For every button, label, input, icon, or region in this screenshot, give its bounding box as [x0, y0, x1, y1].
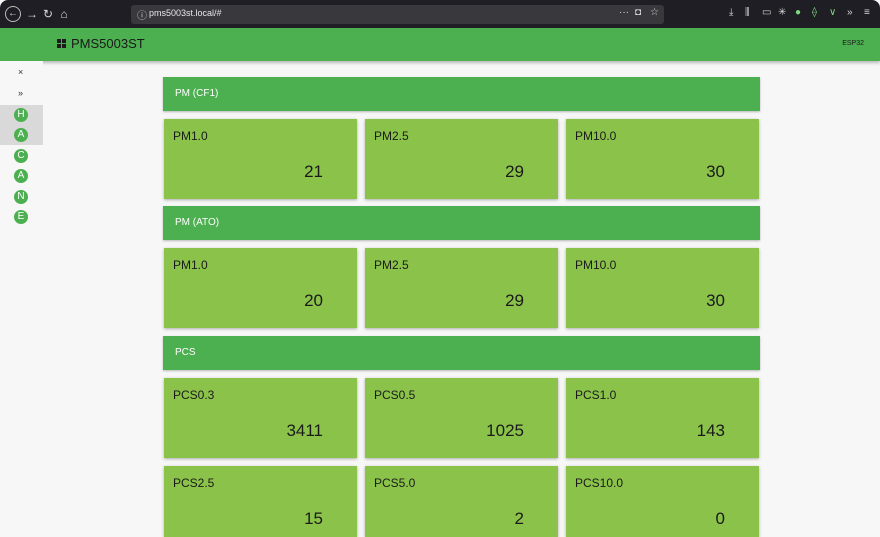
sidebar-item-letter: A	[14, 169, 28, 183]
sidebar-item-h[interactable]: H	[0, 105, 43, 125]
metric-label: PCS10.0	[575, 476, 624, 490]
sidebar-item-e[interactable]: E	[0, 207, 43, 227]
sidebar-item-a2[interactable]: A	[0, 166, 43, 186]
device-label: ESP32	[842, 40, 864, 47]
metric-label: PCS2.5	[173, 476, 215, 490]
metric-card: PM10.0 30	[566, 248, 759, 328]
home-icon[interactable]: ⌂	[56, 6, 72, 22]
section-header-pcs: PCS	[163, 336, 760, 370]
sidebar-item-letter: H	[14, 108, 28, 122]
sidebar-item-a[interactable]: A	[0, 125, 43, 145]
metric-card: PCS5.0 2	[365, 466, 558, 537]
vue-devtools-icon[interactable]: ∨	[829, 7, 836, 18]
metric-value: 0	[715, 509, 725, 528]
sidebar-item-letter: C	[14, 149, 28, 163]
pocket-icon[interactable]: ◘	[635, 7, 641, 18]
overflow-icon[interactable]: »	[847, 7, 853, 18]
forward-icon[interactable]: →	[24, 6, 40, 22]
metric-label: PCS0.3	[173, 388, 215, 402]
metric-label: PM10.0	[575, 129, 617, 143]
metric-value: 21	[304, 162, 323, 181]
reload-icon[interactable]: ↻	[40, 6, 56, 22]
url-text[interactable]: pms5003st.local/#	[149, 8, 222, 18]
metric-card: PM2.5 29	[365, 119, 558, 199]
metric-card: PM10.0 30	[566, 119, 759, 199]
extension-green-icon[interactable]: ●	[795, 7, 801, 18]
grid-icon	[57, 39, 67, 49]
metric-value: 30	[706, 291, 725, 310]
metric-label: PM1.0	[173, 129, 208, 143]
metric-label: PM10.0	[575, 258, 617, 272]
metric-card: PM1.0 21	[164, 119, 357, 199]
metric-card: PCS2.5 15	[164, 466, 357, 537]
metric-card: PCS10.0 0	[566, 466, 759, 537]
metric-card: PCS1.0 143	[566, 378, 759, 458]
page-actions-icon[interactable]: ···	[619, 7, 629, 18]
metric-value: 2	[514, 509, 524, 528]
metric-value: 29	[505, 291, 524, 310]
metric-label: PCS1.0	[575, 388, 617, 402]
metric-value: 29	[505, 162, 524, 181]
metric-label: PCS0.5	[374, 388, 416, 402]
metric-card: PM1.0 20	[164, 248, 357, 328]
metric-value: 1025	[486, 421, 524, 440]
metric-label: PCS5.0	[374, 476, 416, 490]
info-icon[interactable]: ⓘ	[137, 7, 147, 22]
sidebar-item-n[interactable]: N	[0, 187, 43, 207]
sidebar-item-letter: A	[14, 128, 28, 142]
metric-value: 15	[304, 509, 323, 528]
sidebar-item-letter: N	[14, 190, 28, 204]
section-title: PM (ATO)	[175, 217, 220, 228]
back-icon[interactable]: ←	[5, 6, 21, 22]
metric-card: PCS0.5 1025	[365, 378, 558, 458]
menu-icon[interactable]: ≡	[864, 7, 870, 18]
metric-value: 143	[696, 421, 725, 440]
metric-card: PCS0.3 3411	[164, 378, 357, 458]
metric-card: PM2.5 29	[365, 248, 558, 328]
section-header-pm-cf1: PM (CF1)	[163, 77, 760, 111]
metric-label: PM2.5	[374, 129, 409, 143]
metric-label: PM1.0	[173, 258, 208, 272]
star-icon[interactable]: ☆	[650, 7, 659, 18]
expand-icon[interactable]: »	[18, 88, 23, 98]
close-icon[interactable]: ×	[18, 67, 23, 77]
sidebar: × » H A C A N E	[0, 61, 43, 537]
metric-value: 20	[304, 291, 323, 310]
section-header-pm-ato: PM (ATO)	[163, 206, 760, 240]
metric-value: 3411	[286, 421, 323, 440]
sidebar-toggle-icon[interactable]: ▭	[762, 7, 771, 18]
browser-toolbar: ← → ↻ ⌂ ⓘ pms5003st.local/# ··· ◘ ☆ ⤓ ⫼ …	[0, 0, 880, 28]
extension-icon[interactable]: ✳	[778, 7, 786, 18]
sidebar-item-c[interactable]: C	[0, 146, 43, 166]
metric-value: 30	[706, 162, 725, 181]
library-icon[interactable]: ⫼	[745, 7, 750, 18]
extension-leaf-icon[interactable]: ⟠	[812, 7, 817, 18]
downloads-icon[interactable]: ⤓	[729, 7, 733, 18]
metric-label: PM2.5	[374, 258, 409, 272]
section-title: PM (CF1)	[175, 88, 219, 99]
section-title: PCS	[175, 347, 196, 358]
sidebar-item-letter: E	[14, 210, 28, 224]
address-bar[interactable]: ⓘ pms5003st.local/# ··· ◘ ☆	[131, 5, 664, 24]
app-header: PMS5003ST ESP32	[0, 28, 880, 61]
app-title: PMS5003ST	[71, 36, 145, 51]
